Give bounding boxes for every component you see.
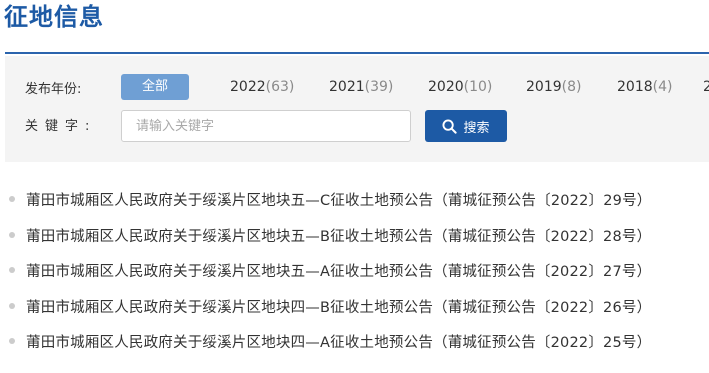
bullet-dot-icon (9, 267, 15, 273)
year-tab-2022[interactable]: 2022(63) (230, 77, 294, 97)
notice-list: 莆田市城厢区人民政府关于绥溪片区地块五—C征收土地预公告（莆城征预公告〔2022… (0, 182, 709, 360)
page-title: 征地信息 (4, 3, 104, 31)
year-tab-2018[interactable]: 2018(4) (617, 77, 672, 97)
bullet-dot-icon (9, 196, 15, 202)
keyword-label: 关键字: (25, 119, 97, 134)
notice-link[interactable]: 莆田市城厢区人民政府关于绥溪片区地块五—A征收土地预公告（莆城征预公告〔2022… (26, 260, 651, 281)
notice-link[interactable]: 莆田市城厢区人民政府关于绥溪片区地块四—A征收土地预公告（莆城征预公告〔2022… (26, 331, 651, 352)
year-tab-truncated[interactable]: 2 (703, 77, 709, 97)
notice-link[interactable]: 莆田市城厢区人民政府关于绥溪片区地块五—C征收土地预公告（莆城征预公告〔2022… (26, 189, 651, 210)
search-button-label: 搜索 (463, 120, 490, 136)
title-divider (5, 52, 709, 54)
year-tab-2021[interactable]: 2021(39) (329, 77, 393, 97)
search-button[interactable]: 搜索 (425, 110, 507, 142)
list-item: 莆田市城厢区人民政府关于绥溪片区地块四—B征收土地预公告（莆城征预公告〔2022… (0, 289, 709, 325)
search-icon (442, 118, 458, 134)
year-tab-2020[interactable]: 2020(10) (428, 77, 492, 97)
notice-link[interactable]: 莆田市城厢区人民政府关于绥溪片区地块四—B征收土地预公告（莆城征预公告〔2022… (26, 296, 651, 317)
list-item: 莆田市城厢区人民政府关于绥溪片区地块四—A征收土地预公告（莆城征预公告〔2022… (0, 324, 709, 360)
filter-panel: 发布年份: 全部 2022(63) 2021(39) 2020(10) 2019… (5, 56, 709, 162)
search-input[interactable] (121, 110, 411, 142)
bullet-dot-icon (9, 302, 15, 309)
notice-link[interactable]: 莆田市城厢区人民政府关于绥溪片区地块五—B征收土地预公告（莆城征预公告〔2022… (26, 225, 651, 246)
list-item: 莆田市城厢区人民政府关于绥溪片区地块五—C征收土地预公告（莆城征预公告〔2022… (0, 182, 709, 218)
year-filter-label: 发布年份: (25, 82, 82, 97)
list-item: 莆田市城厢区人民政府关于绥溪片区地块五—A征收土地预公告（莆城征预公告〔2022… (0, 253, 709, 289)
year-tab-2019[interactable]: 2019(8) (526, 77, 581, 97)
list-item: 莆田市城厢区人民政府关于绥溪片区地块五—B征收土地预公告（莆城征预公告〔2022… (0, 218, 709, 254)
year-tab-all[interactable]: 全部 (121, 74, 189, 100)
bullet-dot-icon (9, 338, 15, 344)
bullet-dot-icon (9, 231, 15, 238)
